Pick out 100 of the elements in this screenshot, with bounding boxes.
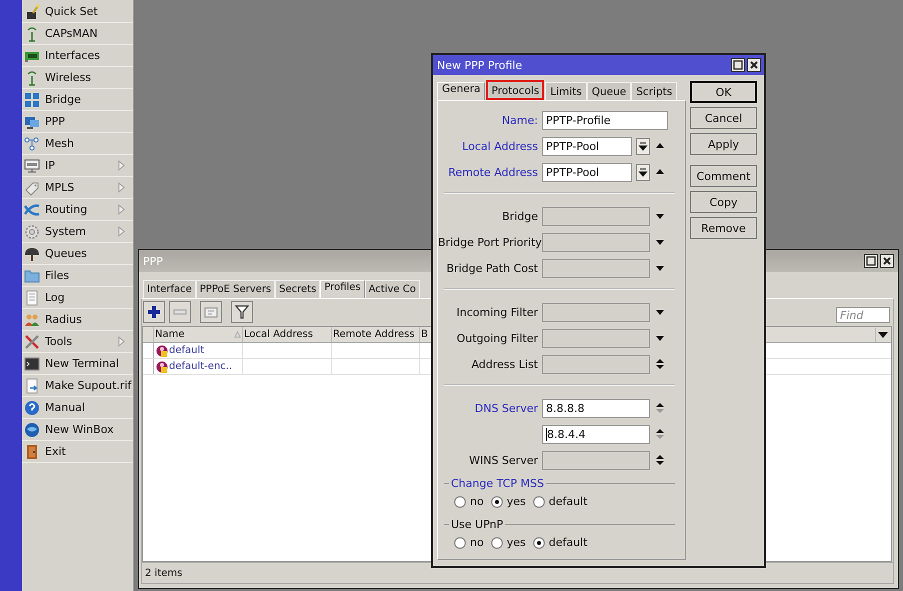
sidebar-item[interactable]: IP <box>22 155 133 177</box>
sidebar-item[interactable]: Queues <box>22 243 133 265</box>
dropdown-arrow-icon[interactable] <box>875 328 890 342</box>
column-header[interactable]: Name <box>154 327 243 342</box>
input-field[interactable]: PPTP-Pool <box>542 136 632 156</box>
plus-icon <box>147 305 161 319</box>
input-field[interactable]: PPTP-Profile <box>542 110 668 130</box>
dropdown-field[interactable] <box>542 206 650 226</box>
dialog-button[interactable]: Apply <box>690 133 757 155</box>
dialog-button[interactable]: Remove <box>690 217 757 239</box>
up-down-arrows-icon[interactable] <box>655 402 665 414</box>
input-field[interactable]: 8.8.4.4 <box>542 424 650 444</box>
dialog-button[interactable]: Cancel <box>690 107 757 129</box>
up-down-arrows-icon[interactable] <box>655 428 665 440</box>
radio-label: default <box>548 495 588 508</box>
dropdown-button-icon[interactable] <box>636 164 650 180</box>
sidebar-item[interactable]: MPLS <box>22 177 133 199</box>
maximize-icon[interactable] <box>731 58 745 72</box>
table-cell: default <box>169 345 204 356</box>
column-header[interactable]: Remote Address <box>332 327 420 342</box>
sidebar-item[interactable]: Log <box>22 287 133 309</box>
field-label: Bridge Path Cost <box>446 262 538 274</box>
filter-icon <box>235 305 249 319</box>
sort-icon <box>234 331 241 338</box>
tab[interactable]: Profiles <box>320 280 365 298</box>
sidebar-item[interactable]: Make Supout.rif <box>22 375 133 397</box>
column-header[interactable]: Local Address <box>243 327 332 342</box>
input-field[interactable] <box>542 450 650 470</box>
field-label: Outgoing Filter <box>456 332 538 344</box>
tag-icon <box>24 180 40 196</box>
table-cell: default-enc.. <box>169 361 232 372</box>
globe-icon <box>24 422 40 438</box>
window-title: PPP <box>143 254 163 268</box>
input-field[interactable]: PPTP-Pool <box>542 162 632 182</box>
dialog-button[interactable]: Copy <box>690 191 757 213</box>
sidebar-item[interactable]: Bridge <box>22 89 133 111</box>
radio-label: no <box>470 495 484 508</box>
input-field[interactable] <box>542 354 650 374</box>
field-label: Bridge <box>502 210 538 222</box>
sidebar-item[interactable]: Interfaces <box>22 45 133 67</box>
nodes-icon <box>24 136 40 152</box>
comment-button[interactable] <box>200 301 222 323</box>
folder-icon <box>24 268 40 284</box>
sidebar-item[interactable]: System <box>22 221 133 243</box>
close-icon[interactable] <box>747 58 761 72</box>
field-label: Name: <box>502 114 538 126</box>
dropdown-button-icon[interactable] <box>636 138 650 154</box>
tab[interactable]: Genera <box>437 82 486 100</box>
help-icon <box>24 400 40 416</box>
sidebar-item[interactable]: Wireless <box>22 67 133 89</box>
radio-button[interactable] <box>532 536 545 548</box>
filter-button[interactable] <box>231 301 253 323</box>
field-label: Remote Address <box>448 166 538 178</box>
profile-icon <box>156 344 168 356</box>
tab[interactable]: Queue <box>586 82 632 100</box>
tab[interactable]: Limits <box>545 82 587 100</box>
dropdown-field[interactable] <box>542 328 650 348</box>
sidebar-item[interactable]: Routing <box>22 199 133 221</box>
sidebar-item[interactable]: Manual <box>22 397 133 419</box>
display-icon <box>24 158 40 174</box>
radio-button[interactable] <box>454 496 466 508</box>
up-down-arrows-icon[interactable] <box>655 358 665 370</box>
sidebar-item[interactable]: New WinBox <box>22 419 133 441</box>
field-label: Bridge Port Priority <box>438 236 542 248</box>
tab[interactable]: Active Co <box>364 280 420 298</box>
sidebar-item[interactable]: Tools <box>22 331 133 353</box>
tab[interactable]: PPPoE Servers <box>196 280 276 298</box>
sidebar-item[interactable]: New Terminal <box>22 353 133 375</box>
sidebar-item[interactable]: Radius <box>22 309 133 331</box>
radio-button[interactable] <box>490 496 503 508</box>
radio-button[interactable] <box>454 536 466 548</box>
sidebar-item[interactable]: PPP <box>22 111 133 133</box>
radio-label: yes <box>506 495 526 508</box>
find-field[interactable]: Find <box>836 307 890 323</box>
terminal-icon <box>24 356 40 372</box>
input-field[interactable]: 8.8.8.8 <box>542 398 650 418</box>
dropdown-field[interactable] <box>542 258 650 278</box>
dialog-button[interactable]: OK <box>690 81 757 103</box>
radio-button[interactable] <box>490 536 503 548</box>
group-title: Use UPnP <box>451 518 504 531</box>
dialog-button[interactable]: Comment <box>690 165 757 187</box>
tab[interactable]: Secrets <box>275 280 320 298</box>
tab[interactable]: Protocols <box>486 80 544 100</box>
maximize-icon[interactable] <box>864 254 878 268</box>
add-button[interactable] <box>143 301 165 323</box>
sidebar-item[interactable]: Mesh <box>22 133 133 155</box>
people-icon <box>24 312 40 328</box>
up-down-arrows-icon[interactable] <box>655 454 665 466</box>
sidebar-item[interactable]: Exit <box>22 441 133 463</box>
sidebar-item[interactable]: Files <box>22 265 133 287</box>
tab[interactable]: Scripts <box>631 82 678 100</box>
field-label: Address List <box>471 358 538 370</box>
dropdown-field[interactable] <box>542 232 650 252</box>
dropdown-field[interactable] <box>542 302 650 322</box>
sidebar-item[interactable]: Quick Set <box>22 1 133 23</box>
field-label: DNS Server <box>474 402 538 414</box>
close-icon[interactable] <box>880 254 894 268</box>
tab[interactable]: Interface <box>143 280 196 298</box>
sidebar-item[interactable]: CAPsMAN <box>22 23 133 45</box>
radio-button[interactable] <box>532 496 545 508</box>
